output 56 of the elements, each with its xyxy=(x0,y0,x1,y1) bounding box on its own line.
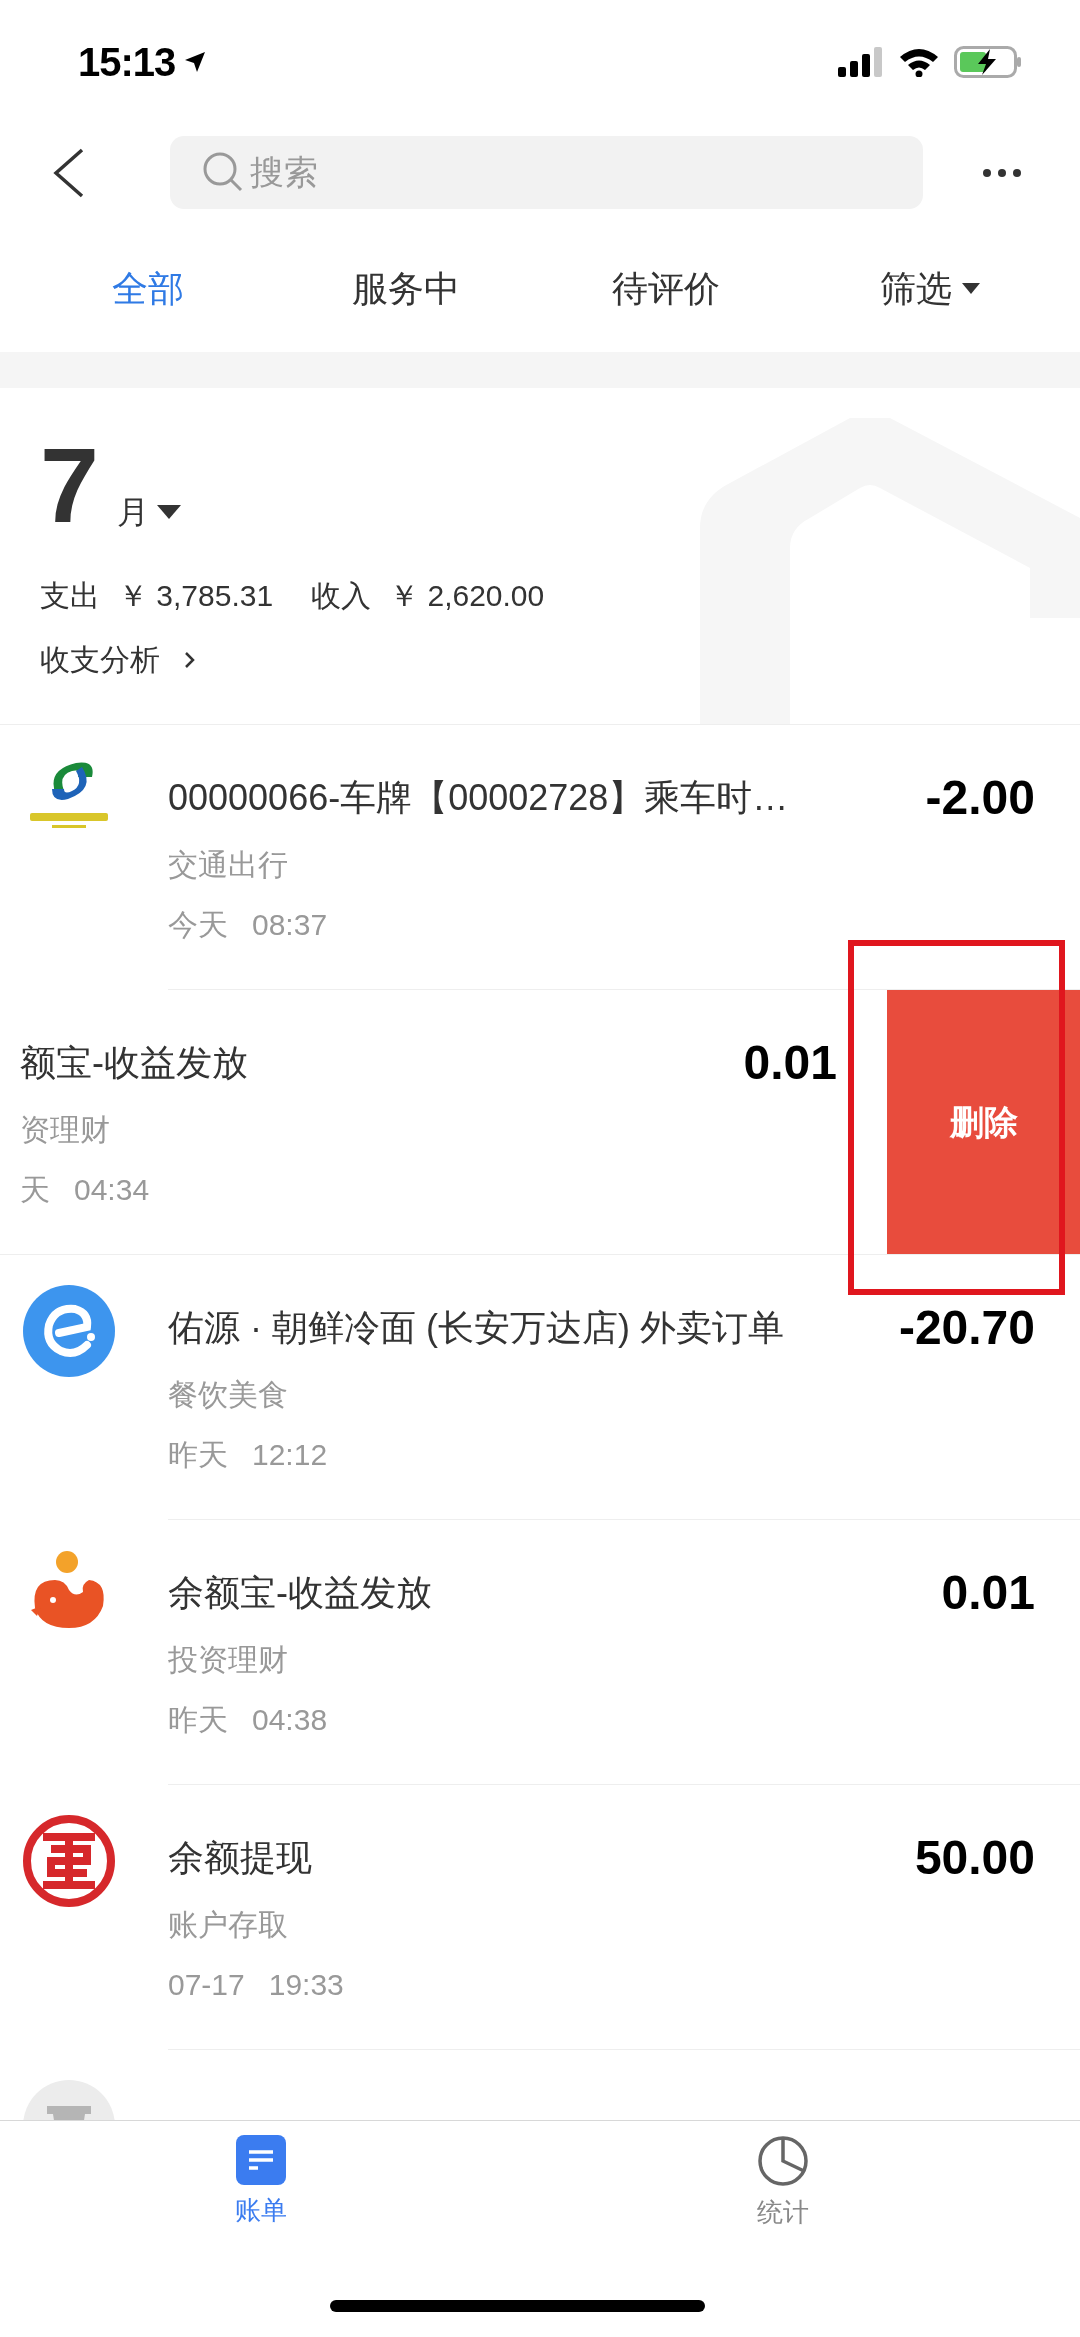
transaction-time: 04:38 xyxy=(252,1702,328,1738)
transaction-date: 昨天 xyxy=(168,1437,228,1473)
search-field[interactable]: 搜索 xyxy=(170,136,923,209)
transaction-amount: -2.00 xyxy=(924,770,1035,826)
transaction-date: 今天 xyxy=(168,907,228,943)
bank-logo-icon xyxy=(23,1815,115,1907)
expense-label: 支出 xyxy=(40,578,100,614)
location-arrow-icon xyxy=(183,50,208,74)
month-number: 7 xyxy=(40,432,99,538)
transaction-date: 07-17 xyxy=(168,1967,245,2003)
filter-tab[interactable]: 全部 xyxy=(112,261,184,316)
fish-coin-logo-icon xyxy=(31,1550,107,1630)
transaction-time: 12:12 xyxy=(252,1437,328,1473)
caret-icon xyxy=(156,505,181,519)
expense-amount: ￥ 3,785.31 xyxy=(118,578,274,614)
transaction-title: 额宝-收益发放 xyxy=(20,1041,249,1085)
filter-tab[interactable]: 服务中 xyxy=(352,261,460,316)
more-icon[interactable] xyxy=(982,167,1022,178)
bill-icon xyxy=(236,2135,286,2185)
transaction-amount: 0.01 xyxy=(940,1565,1035,1621)
transaction-date: 昨天 xyxy=(168,1702,228,1738)
delete-button[interactable]: 删除 xyxy=(887,990,1080,1254)
transaction-category: 餐饮美食 xyxy=(168,1377,289,1413)
caret-icon xyxy=(962,283,980,294)
signal-icon xyxy=(838,47,884,77)
transaction-time: 19:33 xyxy=(268,1967,344,2003)
transaction-date: 天 xyxy=(20,1172,50,1208)
month-picker[interactable]: 月 xyxy=(104,488,181,536)
bottom-tab[interactable]: 账单 xyxy=(235,2135,287,2245)
transaction-category: 账户存取 xyxy=(168,1907,289,1943)
transaction-time: 08:37 xyxy=(252,907,328,943)
search-icon xyxy=(202,151,244,193)
transaction-title: 佑源 · 朝鲜冷面 (长安万达店) 外卖订单 xyxy=(168,1306,785,1350)
transaction-category: 资理财 xyxy=(20,1112,111,1148)
delivery-logo-icon xyxy=(23,1285,115,1377)
filter-dropdown[interactable]: 筛选 xyxy=(880,261,980,316)
battery-charging-icon xyxy=(954,46,1022,78)
wifi-icon xyxy=(898,47,940,77)
pie-chart-icon xyxy=(757,2135,809,2187)
transaction-amount: -20.70 xyxy=(897,1300,1035,1356)
transaction-title: 00000066-车牌【00002728】乘车时… xyxy=(168,776,790,820)
back-icon[interactable] xyxy=(52,147,86,198)
transaction-category: 交通出行 xyxy=(168,847,289,883)
income-label: 收入 xyxy=(311,578,372,614)
filter-tab[interactable]: 待评价 xyxy=(612,261,720,316)
analysis-link[interactable]: 收支分析 xyxy=(40,640,196,680)
income-amount: ￥ 2,620.00 xyxy=(389,578,545,614)
status-time: 15:13 xyxy=(78,39,176,86)
transaction-title: 余额提现 xyxy=(168,1836,313,1880)
chevron-right-icon xyxy=(184,650,196,670)
transaction-title: 余额宝-收益发放 xyxy=(168,1571,433,1615)
transaction-amount: 50.00 xyxy=(913,1830,1035,1886)
transaction-amount: 0.01 xyxy=(743,1035,838,1091)
transaction-time: 04:34 xyxy=(74,1172,150,1208)
transaction-category: 投资理财 xyxy=(168,1642,289,1678)
bottom-tab[interactable]: 统计 xyxy=(757,2135,809,2245)
